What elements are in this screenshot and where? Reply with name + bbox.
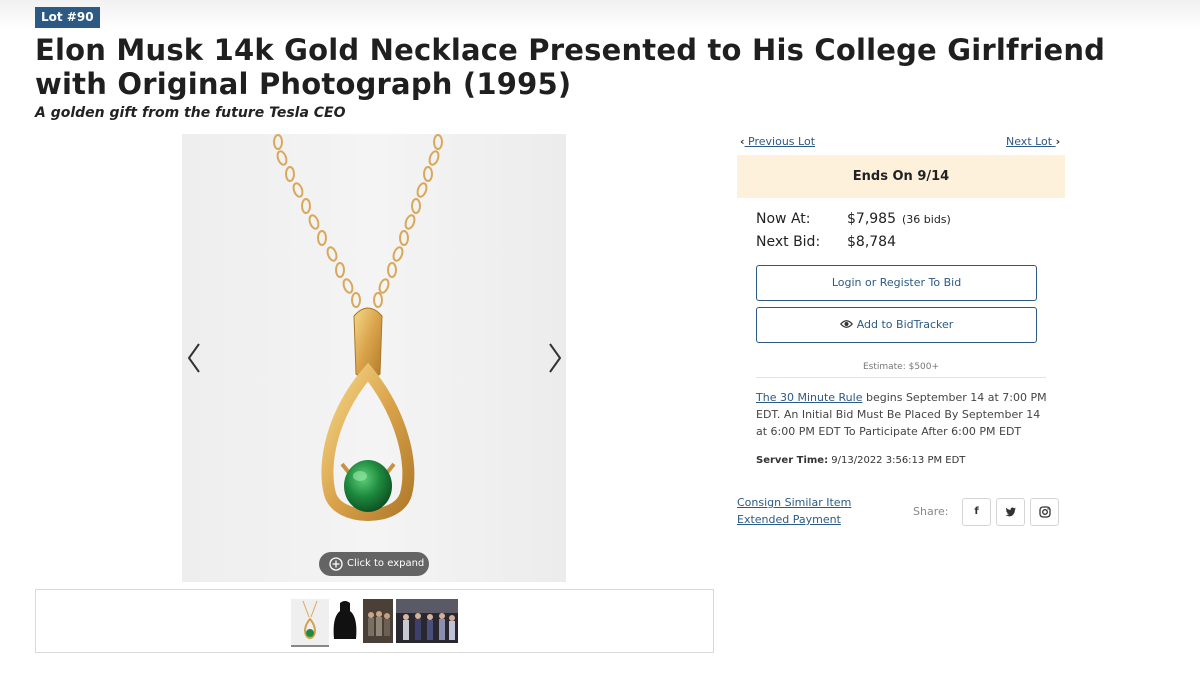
bust-thumbnail-image <box>333 601 357 639</box>
auction-ends-banner: Ends On 9/14 <box>737 155 1065 198</box>
group-photo-thumbnail-image <box>363 599 393 643</box>
next-bid-value: $8,784 <box>847 234 896 250</box>
thirty-minute-rule-text: The 30 Minute Rule begins September 14 a… <box>756 389 1048 440</box>
necklace-image <box>273 134 443 521</box>
thumbnail-strip <box>35 589 714 653</box>
login-register-to-bid-button[interactable]: Login or Register To Bid <box>756 265 1037 301</box>
chevron-right-icon: › <box>1055 135 1061 148</box>
chevron-right-icon <box>549 343 562 373</box>
item-title: Elon Musk 14k Gold Necklace Presented to… <box>35 33 1106 101</box>
share-instagram-button[interactable] <box>1030 498 1059 526</box>
share-twitter-button[interactable] <box>996 498 1025 526</box>
share-facebook-button[interactable]: f <box>962 498 991 526</box>
main-product-photo[interactable] <box>182 134 566 582</box>
server-time: Server Time: 9/13/2022 3:56:13 PM EDT <box>756 455 965 466</box>
necklace-thumbnail-image <box>302 600 318 639</box>
expand-label: Click to expand <box>347 558 425 569</box>
now-at-label: Now At: <box>756 211 811 227</box>
expand-plus-icon <box>329 557 343 571</box>
now-at-value: $7,985 <box>847 211 896 227</box>
chevron-left-icon: ‹ <box>740 135 745 148</box>
facebook-icon: f <box>974 506 979 517</box>
bidtracker-label: Add to BidTracker <box>856 318 954 331</box>
thumbnail-necklace[interactable] <box>291 599 329 647</box>
server-time-value: 9/13/2022 3:56:13 PM EDT <box>828 455 966 466</box>
chevron-left-icon <box>187 343 200 373</box>
bids-count: (36 bids) <box>902 213 951 226</box>
now-at-row: Now At: $7,985 (36 bids) <box>756 211 951 227</box>
consign-similar-item-link[interactable]: Consign Similar Item <box>737 496 851 509</box>
instagram-icon <box>1038 506 1051 518</box>
next-bid-label: Next Bid: <box>756 234 821 250</box>
group-photo-2-thumbnail-image <box>396 599 458 643</box>
next-bid-row: Next Bid: $8,784 <box>756 234 896 250</box>
previous-image-arrow[interactable] <box>183 340 207 376</box>
share-label: Share: <box>913 505 949 518</box>
twitter-icon <box>1005 507 1016 517</box>
previous-lot-link[interactable]: ‹ Previous Lot <box>740 135 815 148</box>
server-time-label: Server Time: <box>756 455 829 466</box>
previous-lot-label: Previous Lot <box>748 135 816 148</box>
estimate-text: Estimate: $500+ <box>756 362 1046 378</box>
page-top-shade <box>0 0 1200 30</box>
eye-icon <box>839 320 853 328</box>
thumbnail-photo-1[interactable] <box>363 599 393 643</box>
next-image-arrow[interactable] <box>542 340 566 376</box>
thumbnail-photo-2[interactable] <box>396 599 458 643</box>
next-lot-label: Next Lot <box>1006 135 1053 148</box>
click-to-expand-button[interactable]: Click to expand <box>319 552 429 576</box>
item-subtitle: A golden gift from the future Tesla CEO <box>35 105 346 121</box>
thumbnail-bust[interactable] <box>332 599 358 643</box>
thirty-minute-rule-link[interactable]: The 30 Minute Rule <box>756 391 862 404</box>
lot-number-badge: Lot #90 <box>35 7 100 28</box>
next-lot-link[interactable]: Next Lot › <box>1006 135 1060 148</box>
extended-payment-link[interactable]: Extended Payment <box>737 513 841 526</box>
add-to-bidtracker-button[interactable]: Add to BidTracker <box>756 307 1037 343</box>
